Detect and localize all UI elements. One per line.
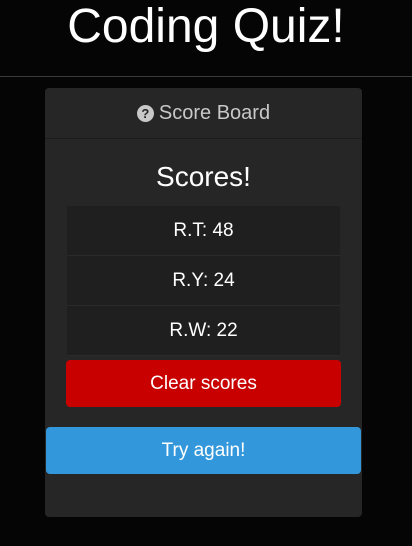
clear-scores-button[interactable]: Clear scores — [66, 360, 341, 407]
score-list: R.T: 48 R.Y: 24 R.W: 22 — [67, 206, 340, 356]
question-circle-icon: ? — [136, 104, 154, 122]
score-row: R.W: 22 — [67, 306, 340, 356]
scores-title: Scores! — [156, 161, 251, 192]
title-divider — [0, 76, 412, 77]
card-header: ? Score Board — [45, 88, 362, 139]
app-title: Coding Quiz! — [67, 0, 345, 53]
try-again-button[interactable]: Try again! — [46, 427, 361, 474]
score-board-card: ? Score Board Scores! R.T: 48 R.Y: 24 R.… — [45, 88, 362, 517]
card-header-label: Score Board — [158, 101, 271, 124]
score-row: R.T: 48 — [67, 206, 340, 256]
score-row: R.Y: 24 — [67, 256, 340, 306]
page: Coding Quiz! ? Score Board Scores! R.T: … — [0, 0, 412, 546]
